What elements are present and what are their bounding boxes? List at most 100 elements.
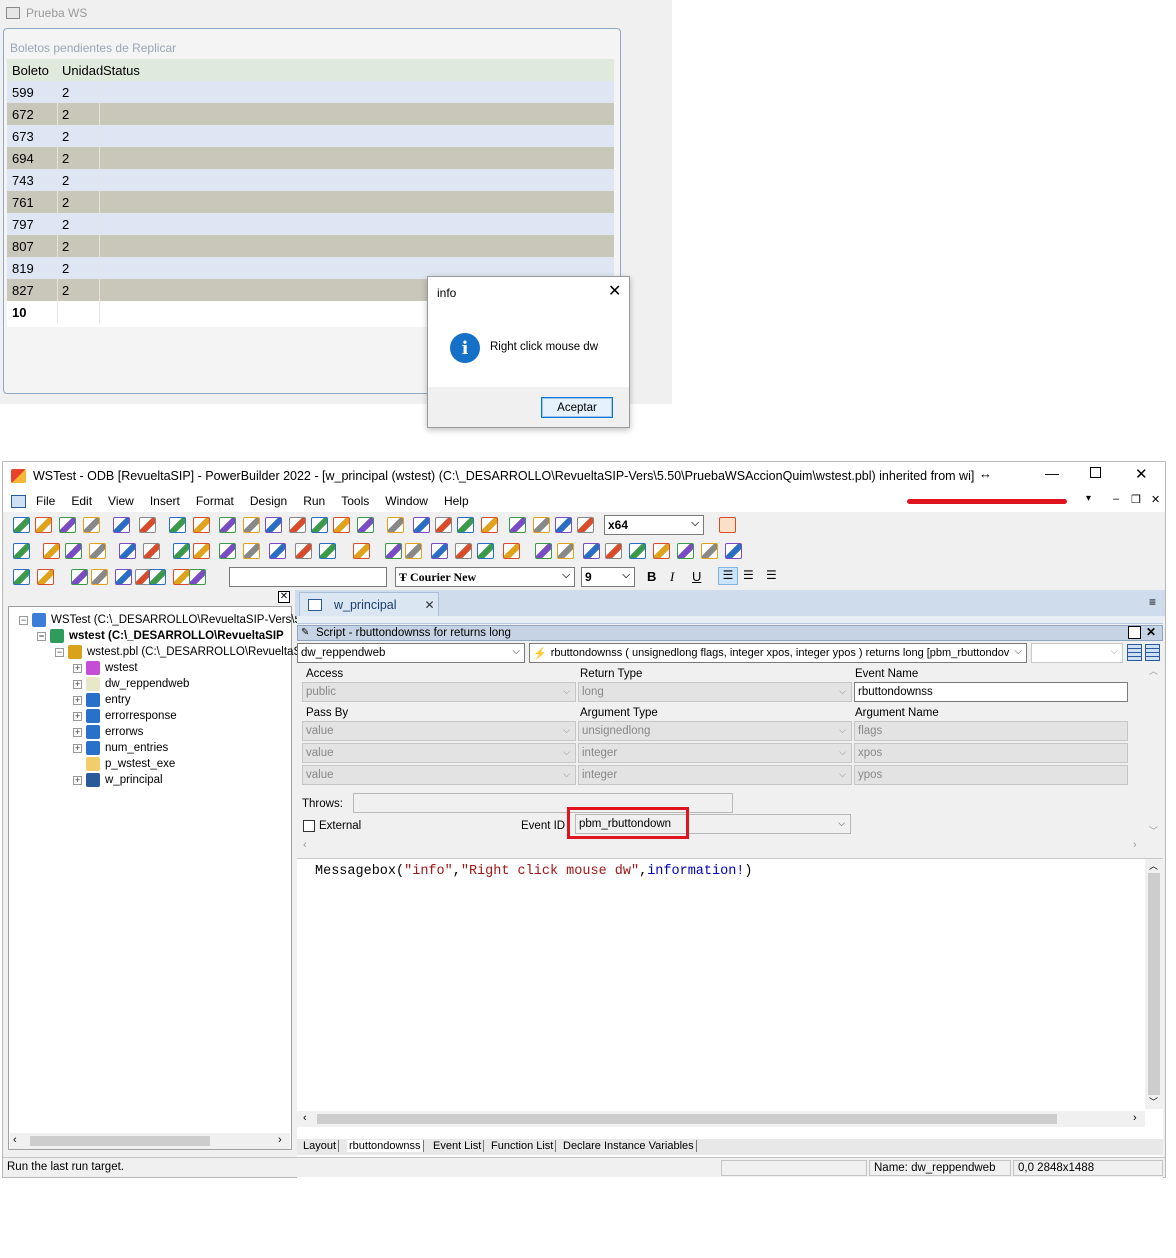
toolbar-button[interactable] <box>503 543 520 559</box>
expand-icon[interactable]: + <box>73 775 82 785</box>
toolbar-button[interactable] <box>83 517 100 533</box>
tab-w-principal[interactable]: w_principal ✕ <box>299 592 439 616</box>
toolbar-button[interactable] <box>295 543 312 559</box>
column-header-unidad[interactable]: Unidad <box>57 63 103 78</box>
toolbar-button[interactable] <box>143 543 160 559</box>
tree-node[interactable]: + entry <box>73 693 131 707</box>
bold-button[interactable]: B <box>647 569 656 584</box>
expand-icon[interactable]: + <box>73 743 82 753</box>
tree-node[interactable]: − WSTest (C:\_DESARROLLO\RevueltaSIP-Vers… <box>19 613 304 627</box>
access-select[interactable]: public ⌵ <box>302 682 576 702</box>
bottom-tab[interactable]: Function List <box>489 1140 557 1152</box>
menu-view[interactable]: View <box>108 494 134 508</box>
argument-type-select[interactable]: integer ⌵ <box>578 743 852 763</box>
grid-view-icon[interactable] <box>1127 644 1142 661</box>
align-center-button[interactable]: ☰ <box>743 568 754 582</box>
return-type-select[interactable]: long ⌵ <box>578 682 852 702</box>
toolbar-button[interactable] <box>243 517 260 533</box>
platform-select[interactable]: x64 ⌵ <box>604 515 704 535</box>
chevron-down-icon[interactable]: ▾ <box>1086 493 1091 504</box>
maximize-script-button[interactable] <box>1128 626 1141 639</box>
exit-icon[interactable] <box>719 517 736 533</box>
tree-node[interactable]: + num_entries <box>73 741 168 755</box>
toolbar-button[interactable] <box>577 517 594 533</box>
toolbar-button[interactable] <box>311 517 328 533</box>
event-select[interactable]: ⚡ rbuttondownss ( unsignedlong flags, int… <box>529 643 1027 663</box>
scroll-thumb[interactable] <box>30 1136 210 1146</box>
style-name-field[interactable] <box>229 567 387 587</box>
menu-format[interactable]: Format <box>196 494 234 508</box>
tree-horizontal-scrollbar[interactable]: ‹ › <box>10 1133 290 1149</box>
underline-button[interactable]: U <box>692 569 701 584</box>
object-select[interactable]: dw_reppendweb ⌵ <box>297 643 525 663</box>
toolbar-button[interactable] <box>13 517 30 533</box>
code-line-1[interactable]: Messagebox("info","Right click mouse dw"… <box>315 864 753 879</box>
toolbar-button[interactable] <box>289 517 306 533</box>
script-editor[interactable]: Messagebox("info","Right click mouse dw"… <box>297 858 1163 1258</box>
toolbar-button[interactable] <box>385 543 402 559</box>
tree-node[interactable]: + wstest <box>73 661 138 675</box>
close-child-button[interactable]: ✕ <box>1151 493 1160 506</box>
toolbar-button[interactable] <box>701 543 718 559</box>
tree-node[interactable]: + dw_reppendweb <box>73 677 189 691</box>
toolbar-button[interactable] <box>89 543 106 559</box>
toolbar-button[interactable] <box>193 517 210 533</box>
toolbar-button[interactable] <box>457 517 474 533</box>
bottom-tab[interactable]: Event List <box>431 1140 485 1152</box>
toolbar-button[interactable] <box>319 543 336 559</box>
bottom-tab[interactable]: Declare Instance Variables <box>561 1140 697 1152</box>
expand-icon[interactable]: + <box>73 727 82 737</box>
menu-run[interactable]: Run <box>303 494 325 508</box>
pass-by-select[interactable]: value ⌵ <box>302 765 576 785</box>
toolbar-button[interactable] <box>677 543 694 559</box>
toolbar-button[interactable] <box>605 543 622 559</box>
tree-node[interactable]: − wstest.pbl (C:\_DESARROLLO\RevueltaS <box>55 645 301 659</box>
toolbar-button[interactable] <box>269 543 286 559</box>
toolbar-button[interactable] <box>455 543 472 559</box>
scroll-right-icon[interactable]: › <box>1133 839 1137 851</box>
bottom-tab[interactable]: rbuttondownss <box>347 1140 424 1152</box>
list-view-icon[interactable] <box>1145 644 1160 661</box>
scroll-thumb[interactable] <box>317 1114 1057 1124</box>
argument-type-select[interactable]: integer ⌵ <box>578 765 852 785</box>
toolbar-button[interactable] <box>243 543 260 559</box>
aceptar-button[interactable]: Aceptar <box>541 397 613 418</box>
toolbar-button[interactable] <box>535 543 552 559</box>
system-tree[interactable]: − WSTest (C:\_DESARROLLO\RevueltaSIP-Vers… <box>8 606 304 1150</box>
toolbar-button[interactable] <box>557 543 574 559</box>
toolbar-button[interactable] <box>113 517 130 533</box>
scroll-up-icon[interactable]: ︿ <box>1149 859 1158 872</box>
font-name-select[interactable]: Ŧ Courier New ⌵ <box>395 567 575 587</box>
tree-node[interactable]: + errorws <box>73 725 143 739</box>
toolbar-button[interactable] <box>431 543 448 559</box>
toolbar-button[interactable] <box>37 569 54 585</box>
toolbar-button[interactable] <box>59 517 76 533</box>
scroll-left-icon[interactable]: ‹ <box>13 1134 17 1146</box>
toolbar-button[interactable] <box>173 543 190 559</box>
toolbar-button[interactable] <box>653 543 670 559</box>
menu-file[interactable]: File <box>36 494 55 508</box>
restore-child-button[interactable]: – <box>1113 493 1119 505</box>
argument-name-input[interactable]: flags <box>854 721 1128 741</box>
prototype-vertical-scrollbar[interactable]: ︿ ﹀ <box>1145 664 1163 839</box>
toolbar-button[interactable] <box>509 517 526 533</box>
column-header-status[interactable]: Status <box>99 63 614 78</box>
toolbar-button[interactable] <box>357 517 374 533</box>
expand-icon[interactable]: + <box>73 695 82 705</box>
prototype-horizontal-scrollbar[interactable]: ‹ › <box>297 839 1163 854</box>
collapse-icon[interactable]: − <box>37 631 46 641</box>
minimize-button[interactable]: — <box>1045 465 1059 481</box>
toolbar-button[interactable] <box>629 543 646 559</box>
menu-edit[interactable]: Edit <box>71 494 92 508</box>
menu-window[interactable]: Window <box>385 494 428 508</box>
toolbar-button[interactable] <box>413 517 430 533</box>
italic-button[interactable]: I <box>670 569 674 585</box>
menu-insert[interactable]: Insert <box>150 494 180 508</box>
toolbar-button[interactable] <box>725 543 742 559</box>
expand-icon[interactable]: + <box>73 663 82 673</box>
close-icon[interactable]: ✕ <box>608 281 621 301</box>
toolbar-button[interactable] <box>43 543 60 559</box>
expand-icon[interactable]: + <box>73 711 82 721</box>
scroll-left-icon[interactable]: ‹ <box>303 1112 307 1124</box>
toolbar-button[interactable] <box>169 517 186 533</box>
